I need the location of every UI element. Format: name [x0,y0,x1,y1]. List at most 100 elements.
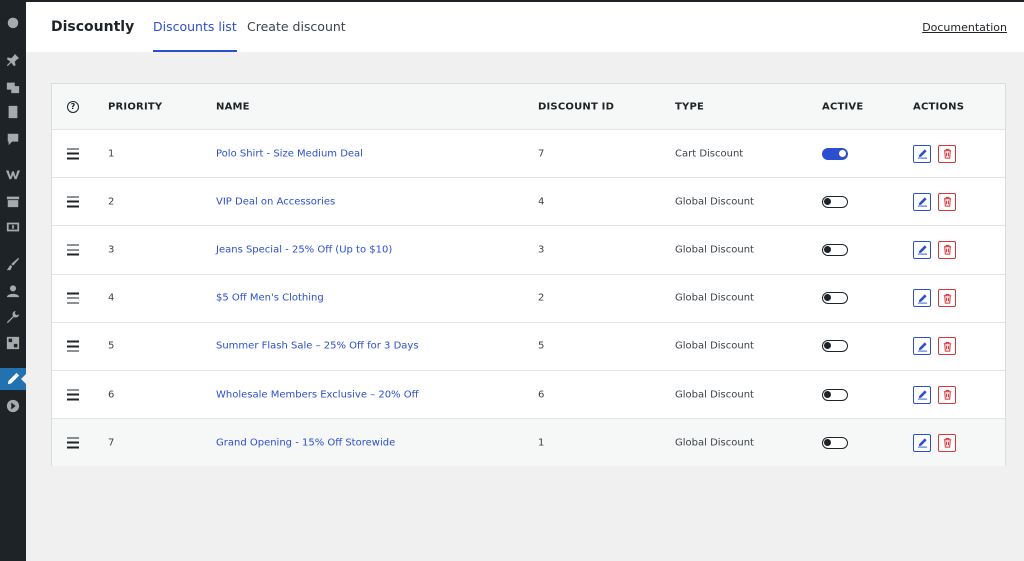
priority-value: 4 [108,292,115,304]
drag-handle[interactable] [67,148,79,159]
delete-button[interactable] [938,385,957,404]
drag-handle[interactable] [67,340,79,352]
tab-create-discount[interactable]: Create discount [247,19,346,52]
edit-button[interactable] [913,289,931,308]
edit-button[interactable] [913,144,931,163]
media-icon[interactable] [5,79,21,95]
drag-handle-icon[interactable] [67,244,79,256]
table-row: 3 Jeans Special - 25% Off (Up to $10) 3 … [52,225,1005,273]
column-header-discount-id: DISCOUNT ID [538,101,615,112]
trash-icon [943,389,951,400]
products-icon[interactable] [5,193,21,209]
actions-cell [913,144,960,163]
discount-name-link[interactable]: Summer Flash Sale – 25% Off for 3 Days [216,341,419,352]
discount-name-link[interactable]: VIP Deal on Accessories [216,196,335,207]
actions-cell [913,385,960,404]
discount-type-value: Global Discount [675,340,754,352]
priority-value: 5 [108,340,115,352]
dashboard-icon[interactable] [5,14,21,30]
active-toggle[interactable] [822,292,848,305]
discount-name-link[interactable]: Polo Shirt - Size Medium Deal [216,148,363,159]
appearance-icon[interactable] [5,256,21,272]
active-cell [822,388,848,401]
discountly-icon[interactable] [0,368,26,390]
discounts-table: ? PRIORITY NAME DISCOUNT ID TYPE ACTIVE … [51,83,1006,467]
active-cell [822,195,848,208]
active-toggle[interactable] [822,195,848,208]
drag-handle-icon[interactable] [67,148,79,159]
table-row: 1 Polo Shirt - Size Medium Deal 7 Cart D… [52,129,1005,177]
plugin-header: Discountly Discounts list Create discoun… [26,0,1024,52]
discount-id-value: 1 [538,437,545,449]
pencil-icon [917,390,927,400]
brand-title: Discountly [51,19,135,35]
priority-value: 1 [108,148,115,159]
discount-id-value: 6 [538,389,545,400]
discount-id-value: 5 [538,340,545,352]
trash-icon [943,148,951,159]
drag-handle-icon[interactable] [67,292,79,304]
documentation-link[interactable]: Documentation [922,21,1007,34]
drag-handle[interactable] [67,389,79,400]
pencil-icon [917,197,927,207]
tab-discounts-list[interactable]: Discounts list [153,19,237,52]
drag-handle-icon[interactable] [67,389,79,400]
priority-value: 6 [108,389,115,400]
delete-button[interactable] [938,144,957,163]
settings-icon[interactable] [5,335,21,351]
tools-icon[interactable] [5,309,21,325]
help-cell[interactable]: ? [67,100,79,113]
drag-handle[interactable] [67,437,79,449]
active-toggle[interactable] [822,388,848,401]
payments-icon[interactable] [5,219,21,235]
delete-button[interactable] [938,337,957,356]
table-row: 4 $5 Off Men's Clothing 2 Global Discoun… [52,273,1005,322]
edit-button[interactable] [913,337,931,356]
actions-cell [913,240,960,259]
pencil-icon [917,438,927,448]
active-toggle[interactable] [822,340,848,353]
edit-button[interactable] [913,240,931,259]
comments-icon[interactable] [5,131,21,147]
drag-handle[interactable] [67,292,79,304]
actions-cell [913,433,960,452]
delete-button[interactable] [938,433,957,452]
delete-button[interactable] [938,289,957,308]
drag-handle[interactable] [67,244,79,256]
column-header-priority: PRIORITY [108,101,163,112]
delete-button[interactable] [938,192,957,211]
trash-icon [943,197,951,207]
admin-sidebar [0,0,26,561]
pencil-icon [917,149,927,159]
active-cell [822,340,848,353]
trash-icon [943,293,951,304]
pages-icon[interactable] [5,104,21,120]
trash-icon [943,341,951,352]
drag-handle-icon[interactable] [67,340,79,352]
discount-name-link[interactable]: Wholesale Members Exclusive – 20% Off [216,389,419,400]
active-toggle[interactable] [822,436,848,449]
pencil-icon [917,245,927,255]
users-icon[interactable] [5,283,21,299]
active-toggle[interactable] [822,147,848,160]
discount-name-link[interactable]: Jeans Special - 25% Off (Up to $10) [216,244,392,255]
edit-button[interactable] [913,192,931,211]
drag-handle-icon[interactable] [67,196,79,208]
pin-icon[interactable] [5,52,21,68]
collapse-icon[interactable] [5,398,21,414]
actions-cell [913,289,960,308]
edit-button[interactable] [913,433,931,452]
priority-value: 2 [108,196,115,208]
table-row: 7 Grand Opening - 15% Off Storewide 1 Gl… [52,418,1005,467]
drag-handle[interactable] [67,196,79,208]
drag-handle-icon[interactable] [67,437,79,449]
woocommerce-icon[interactable] [5,166,21,182]
edit-button[interactable] [913,385,931,404]
active-toggle[interactable] [822,243,848,256]
pencil-icon [917,342,927,352]
active-cell [822,436,848,449]
discount-name-link[interactable]: Grand Opening - 15% Off Storewide [216,437,395,448]
discount-name-link[interactable]: $5 Off Men's Clothing [216,293,324,304]
delete-button[interactable] [938,240,957,259]
help-icon[interactable]: ? [67,100,79,113]
